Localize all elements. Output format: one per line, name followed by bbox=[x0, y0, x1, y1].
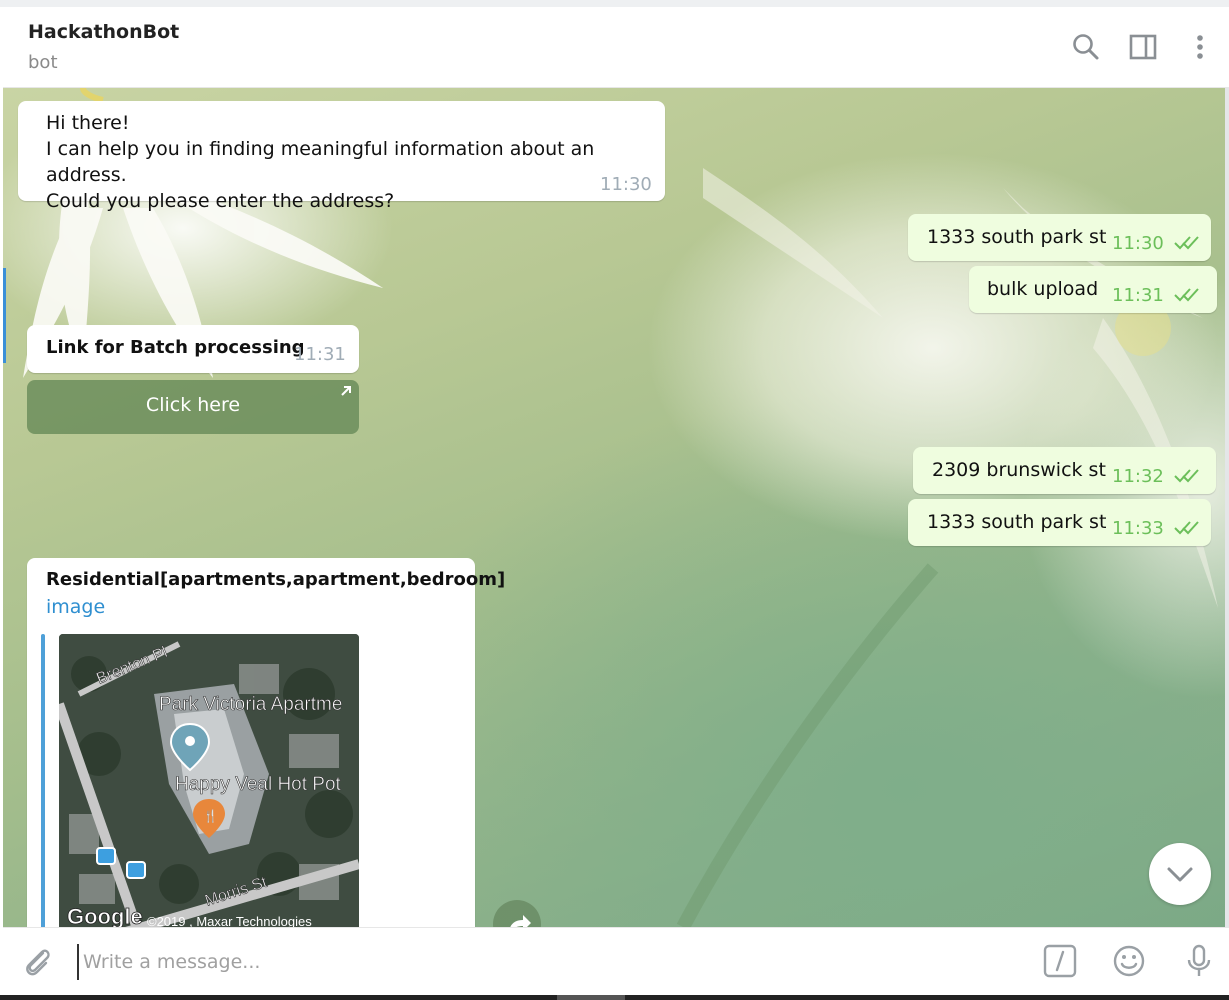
google-logo: Google bbox=[67, 904, 143, 927]
image-link[interactable]: image bbox=[46, 594, 105, 620]
message-text: Link for Batch processing bbox=[46, 337, 305, 358]
message-time: 11:30 bbox=[600, 174, 652, 195]
message-text: Hi there! I can help you in finding mean… bbox=[46, 112, 595, 212]
bot-commands-icon[interactable] bbox=[1042, 943, 1078, 979]
chevron-down-icon bbox=[1167, 867, 1193, 882]
incoming-message[interactable]: Residential[apartments,apartment,bedroom… bbox=[27, 558, 505, 927]
preview-accent-bar bbox=[41, 634, 45, 927]
message-composer bbox=[3, 927, 1229, 995]
microphone-icon[interactable] bbox=[1181, 943, 1217, 979]
scroll-to-bottom-button[interactable] bbox=[1149, 843, 1211, 905]
outgoing-message[interactable]: 2309 brunswick st 11:32 bbox=[913, 447, 1216, 494]
share-arrow-icon bbox=[510, 915, 531, 927]
message-text: bulk upload bbox=[987, 278, 1099, 300]
message-text: 1333 south park st bbox=[927, 511, 1107, 533]
map-label: Park Victoria Apartme bbox=[159, 694, 342, 715]
satellite-map-image[interactable]: Brenton Pl Park Victoria Apartme Happy V… bbox=[59, 634, 359, 927]
incoming-message[interactable]: Link for Batch processing 11:31 bbox=[27, 325, 359, 373]
read-checkmarks-icon bbox=[1174, 521, 1199, 535]
outgoing-message[interactable]: bulk upload 11:31 bbox=[969, 266, 1217, 313]
message-title: Residential[apartments,apartment,bedroom… bbox=[46, 569, 506, 590]
chat-header: HackathonBot bot bbox=[3, 7, 1229, 88]
message-time: 11:30 bbox=[1112, 233, 1164, 254]
incoming-message[interactable]: Hi there! I can help you in finding mean… bbox=[18, 101, 665, 212]
message-time: 11:31 bbox=[1112, 285, 1164, 306]
emoji-icon[interactable] bbox=[1111, 943, 1147, 979]
attach-icon[interactable] bbox=[19, 943, 55, 979]
chat-subtitle: bot bbox=[28, 52, 58, 73]
button-label: Click here bbox=[145, 394, 241, 416]
external-link-arrow-icon bbox=[341, 386, 351, 396]
message-time: 11:32 bbox=[1112, 466, 1164, 487]
click-here-button[interactable]: Click here bbox=[27, 380, 359, 434]
map-graphic: Brenton Pl Park Victoria Apartme Happy V… bbox=[59, 634, 359, 927]
message-text: 2309 brunswick st bbox=[932, 459, 1106, 481]
sidebar-toggle-icon[interactable] bbox=[1127, 31, 1159, 63]
read-checkmarks-icon bbox=[1174, 469, 1199, 483]
more-vertical-icon[interactable] bbox=[1184, 31, 1216, 63]
message-text: 1333 south park st bbox=[927, 226, 1107, 248]
taskbar-strip bbox=[0, 995, 1229, 1000]
message-time: 11:31 bbox=[294, 344, 346, 365]
map-copyright: ©2019 , Maxar Technologies bbox=[147, 914, 312, 927]
read-checkmarks-icon bbox=[1174, 236, 1199, 250]
message-time: 11:33 bbox=[1112, 518, 1164, 539]
read-checkmarks-icon bbox=[1174, 288, 1199, 302]
share-button[interactable] bbox=[493, 900, 541, 927]
chat-title[interactable]: HackathonBot bbox=[28, 21, 179, 43]
outgoing-message[interactable]: 1333 south park st 11:33 bbox=[908, 499, 1211, 546]
svg-text:🍴: 🍴 bbox=[203, 809, 218, 823]
chat-scrollbar[interactable] bbox=[1225, 88, 1229, 927]
window-top-strip bbox=[0, 0, 1229, 7]
message-input[interactable] bbox=[77, 944, 985, 980]
search-icon[interactable] bbox=[1070, 31, 1102, 63]
link-preview[interactable]: Brenton Pl Park Victoria Apartme Happy V… bbox=[41, 634, 359, 927]
outgoing-message[interactable]: 1333 south park st 11:30 bbox=[908, 214, 1211, 261]
chat-area[interactable]: Hi there! I can help you in finding mean… bbox=[3, 88, 1225, 927]
map-label: Happy Veal Hot Pot bbox=[175, 774, 342, 795]
